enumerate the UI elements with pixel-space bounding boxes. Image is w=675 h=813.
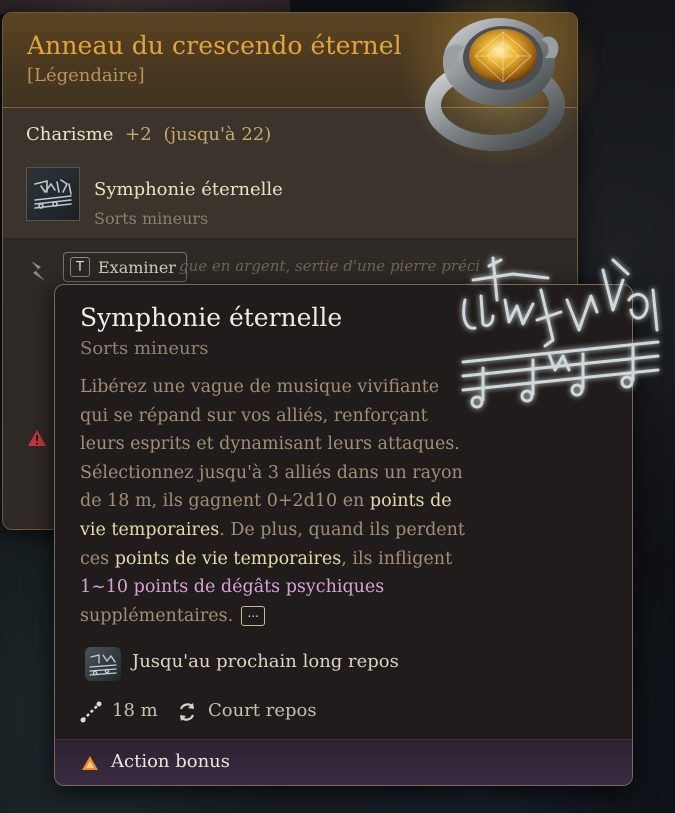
temp-hp-keyword[interactable]: points de vie temporaires [115, 549, 342, 569]
psychic-damage-keyword[interactable]: 1~10 points de dégâts psychiques [80, 577, 384, 597]
granted-spell[interactable]: Symphonie éternelle Sorts mineurs [26, 167, 406, 228]
examine-button[interactable]: T Examiner [63, 252, 187, 282]
granted-spell-name: Symphonie éternelle [94, 179, 283, 200]
action-cost-footer: Action bonus [55, 739, 632, 785]
spell-stats-row: 18 m Court repos [80, 697, 480, 727]
stat-cap: (jusqu'à 22) [163, 124, 272, 145]
action-type-label: Action bonus [111, 751, 231, 772]
granted-spell-school: Sorts mineurs [94, 209, 209, 228]
range-icon [80, 701, 102, 723]
desc-text: , ils infligent [341, 548, 453, 569]
spell-title: Symphonie éternelle [80, 303, 343, 332]
duration-label: Jusqu'au prochain long repos [132, 651, 399, 672]
stat-bonus-row: Charisme +2 (jusqu'à 22) [26, 124, 271, 145]
examine-hotkey: T [70, 257, 90, 277]
recharge-icon [179, 703, 195, 721]
spell-icon [26, 167, 80, 221]
duration-row: Jusqu'au prochain long repos [85, 647, 485, 681]
ring-icon [425, 18, 565, 151]
warning-icon [28, 430, 46, 446]
stat-bonus: +2 [125, 124, 152, 145]
more-info-button[interactable]: ... [241, 606, 266, 627]
lightning-icon [31, 261, 45, 281]
item-title: Anneau du crescendo éternel [27, 31, 402, 60]
spell-art-icon [461, 256, 660, 409]
spell-icon [85, 647, 121, 681]
bonus-action-icon [82, 756, 98, 770]
stat-name: Charisme [26, 124, 114, 145]
spell-description: Libérez une vague de musique vivifiante … [80, 373, 465, 630]
recharge-label: Court repos [208, 700, 317, 721]
examine-label: Examiner [98, 257, 176, 277]
range-label: 18 m [112, 700, 158, 721]
item-rarity: [Légendaire] [27, 65, 145, 86]
spell-school: Sorts mineurs [80, 338, 209, 359]
desc-text: supplémentaires. [80, 605, 234, 626]
item-description: gue en argent, sertie d'une pierre préci [179, 257, 481, 275]
